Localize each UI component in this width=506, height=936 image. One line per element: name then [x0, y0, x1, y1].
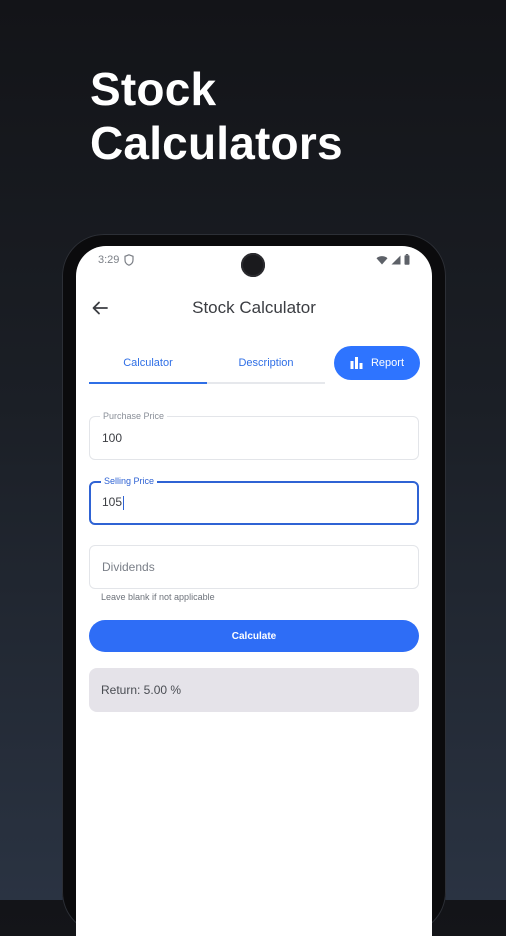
text-cursor [123, 495, 125, 510]
signal-icon [391, 255, 401, 264]
status-time: 3:29 [98, 254, 120, 266]
phone-frame: 3:29 Stock Calculator Calculator Descrip… [62, 234, 446, 936]
promo-headline: Stock Calculators [90, 62, 343, 170]
tab-calculator[interactable]: Calculator [89, 346, 207, 384]
bar-chart-icon [350, 357, 363, 369]
promo-headline-line2: Calculators [90, 117, 343, 169]
promo-headline-line1: Stock [90, 63, 217, 115]
selling-price-field[interactable]: Selling Price 105 [89, 476, 419, 525]
battery-icon [404, 254, 410, 265]
dividends-helper-text: Leave blank if not applicable [101, 592, 215, 602]
front-camera [241, 253, 265, 277]
report-button-label: Report [370, 357, 405, 369]
app-title: Stock Calculator [192, 298, 316, 317]
phone-screen: 3:29 Stock Calculator Calculator Descrip… [76, 246, 432, 936]
dividends-field[interactable] [89, 545, 419, 589]
app-bar: Stock Calculator [76, 290, 432, 326]
status-icons [376, 254, 410, 265]
shield-icon [124, 254, 134, 266]
result-text: Return: 5.00 % [101, 683, 182, 697]
purchase-price-field[interactable]: Purchase Price [89, 411, 419, 460]
result-box: Return: 5.00 % [89, 668, 419, 712]
tab-bar: Calculator Description [89, 346, 325, 384]
selling-price-label: Selling Price [101, 476, 158, 486]
calculate-button[interactable]: Calculate [89, 620, 419, 652]
selling-price-value: 105 [102, 495, 123, 509]
selling-price-input[interactable]: 105 [102, 495, 125, 510]
report-button[interactable]: Report [334, 346, 420, 380]
wifi-icon [376, 255, 388, 264]
purchase-price-input[interactable] [102, 417, 402, 459]
status-bar: 3:29 [76, 246, 432, 277]
dividends-input[interactable] [102, 546, 402, 588]
tab-description[interactable]: Description [207, 346, 325, 384]
